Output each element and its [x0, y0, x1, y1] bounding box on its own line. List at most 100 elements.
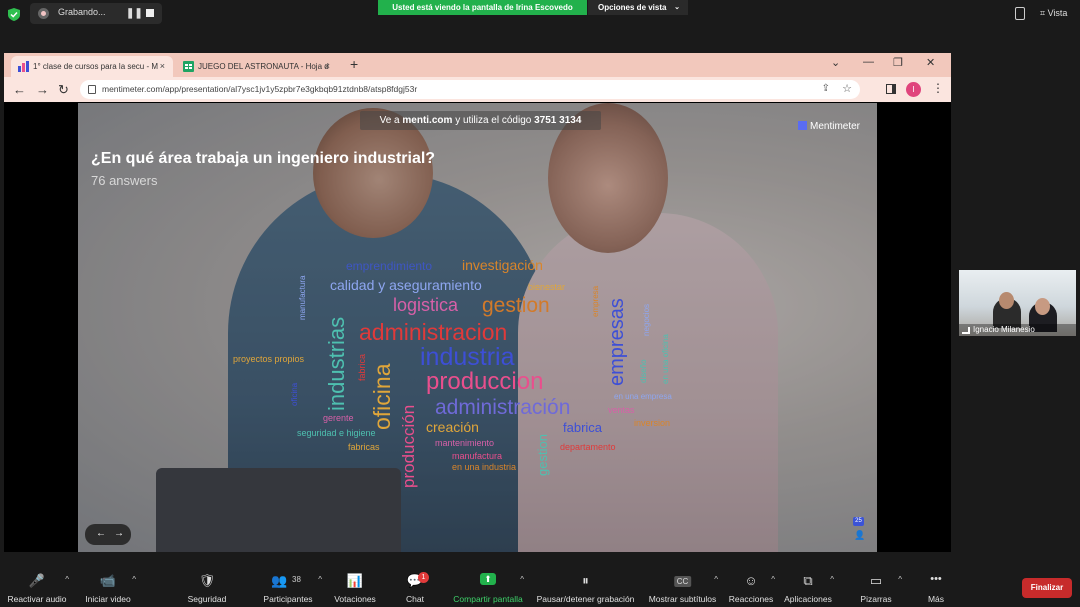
share-icon[interactable]: ⇪ [822, 83, 830, 94]
next-slide-icon[interactable]: → [114, 528, 124, 539]
minimize-icon[interactable]: — [863, 56, 874, 68]
join-instructions-banner: Ve a menti.com y utiliza el código 3751 … [360, 111, 601, 130]
new-tab-button[interactable]: + [350, 56, 358, 72]
view-options-label: Opciones de vista [598, 3, 667, 12]
tab-strip: 1° clase de cursos para la secu - M × JU… [4, 53, 951, 77]
close-window-icon[interactable]: ✕ [926, 56, 935, 69]
closed-captions-icon: CC [673, 576, 692, 587]
shield-check-icon[interactable] [8, 8, 20, 21]
chevron-up-icon[interactable]: ^ [520, 575, 524, 584]
cloud-word: oficina [369, 363, 395, 430]
cloud-word: gerente [323, 413, 354, 423]
security-button[interactable]: 🛡 Seguridad [182, 566, 232, 607]
microphone-muted-icon: 🎤 [28, 573, 46, 588]
sheets-favicon-icon [183, 61, 194, 72]
forward-icon[interactable]: → [36, 82, 49, 97]
cloud-word: manufactura [298, 275, 307, 320]
chevron-up-icon[interactable]: ^ [771, 575, 775, 584]
bar-chart-icon: 📊 [346, 573, 364, 588]
cloud-word: emprendimiento [346, 259, 433, 273]
mentimeter-slide: Ve a menti.com y utiliza el código 3751 … [78, 103, 877, 552]
chevron-up-icon[interactable]: ^ [830, 575, 834, 584]
tab-label: JUEGO DEL ASTRONAUTA - Hoja d [198, 62, 329, 71]
url-text: mentimeter.com/app/presentation/al7ysc1j… [102, 84, 418, 94]
reload-icon[interactable]: ↻ [58, 82, 69, 98]
show-captions-button[interactable]: CC ^ Mostrar subtítulos [645, 566, 720, 607]
back-icon[interactable]: ← [13, 82, 26, 97]
cloud-word: empresas [606, 298, 628, 386]
cloud-word: produccion [426, 368, 544, 395]
chevron-down-icon: ⌄ [674, 4, 680, 11]
participants-button[interactable]: 👥 38 ^ Participantes [252, 566, 324, 607]
toolbar-label: Votaciones [334, 594, 376, 604]
toolbar-label: Compartir pantalla [453, 594, 523, 604]
address-bar-row: ← → ↻ mentimeter.com/app/presentation/al… [4, 77, 951, 102]
view-options-button[interactable]: Opciones de vista ⌄ [588, 0, 688, 15]
answers-count: 76 answers [91, 173, 158, 188]
pause-stop-recording-button[interactable]: ⏸ Pausar/detener grabación [533, 566, 638, 607]
profile-avatar[interactable]: I [906, 82, 921, 97]
share-screen-button[interactable]: ⬆ ^ Compartir pantalla [450, 566, 526, 607]
chevron-up-icon[interactable]: ^ [318, 575, 322, 584]
chevron-up-icon[interactable]: ^ [714, 575, 718, 584]
toolbar-label: Iniciar video [85, 594, 131, 604]
tab-label: 1° clase de cursos para la secu - M [33, 62, 159, 71]
toolbar-label: Seguridad [187, 594, 227, 604]
apps-button[interactable]: ⧉ ^ Aplicaciones [782, 566, 834, 607]
toolbar-label: Pizarras [860, 594, 892, 604]
chevron-up-icon[interactable]: ^ [898, 575, 902, 584]
polls-button[interactable]: 📊 Votaciones [330, 566, 380, 607]
participant-video-tile[interactable]: Ignacio Milanesio [959, 270, 1076, 336]
bookmark-star-icon[interactable]: ☆ [842, 82, 852, 95]
mentimeter-logo-icon [798, 121, 807, 130]
zoom-top-bar: Grabando... ❚❚ Usted está viendo la pant… [0, 0, 1080, 28]
lock-icon[interactable] [88, 85, 96, 94]
cloud-word: departamento [560, 442, 616, 452]
side-panel-icon[interactable] [886, 84, 896, 94]
participant-count: 38 [292, 575, 301, 584]
restore-icon[interactable]: ❐ [893, 56, 903, 69]
participant-name: Ignacio Milanesio [959, 324, 1076, 336]
reaction-count-badge: 25 [853, 517, 864, 526]
more-icon: ••• [930, 573, 942, 585]
cloud-word: gestion [535, 434, 550, 476]
chat-button[interactable]: 💬 Chat [395, 566, 435, 607]
slide-navigation: ← → [85, 524, 131, 545]
mentimeter-logo: Mentimeter [798, 121, 860, 132]
screen-share-banner: Usted está viendo la pantalla de Irina E… [378, 0, 587, 15]
previous-slide-icon[interactable]: ← [96, 528, 106, 539]
emoji-icon: ☺ [744, 573, 758, 588]
cloud-word: proyectos propios [233, 354, 305, 364]
mentimeter-favicon-icon [18, 61, 29, 72]
apps-icon: ⧉ [803, 573, 813, 588]
cloud-word: diseño [639, 359, 648, 383]
unmute-button[interactable]: 🎤 ^ Reactivar audio [5, 566, 69, 607]
toolbar-label: Reactivar audio [7, 594, 67, 604]
cloud-word: inversion [634, 418, 671, 428]
end-meeting-button[interactable]: Finalizar [1022, 578, 1072, 598]
pause-recording-icon[interactable]: ❚❚ [126, 8, 143, 19]
tab-mentimeter[interactable]: 1° clase de cursos para la secu - M × [11, 56, 173, 77]
cloud-word: calidad y aseguramiento [330, 277, 482, 293]
close-tab-icon[interactable]: × [160, 56, 165, 77]
cloud-word: logistica [393, 295, 459, 315]
tab-search-icon[interactable]: ⌄ [831, 56, 840, 69]
cloud-word: fabrica [563, 420, 603, 435]
speaker-view-icon[interactable] [1015, 7, 1025, 20]
start-video-button[interactable]: 📹 ^ Iniciar video [78, 566, 138, 607]
banner-code: 3751 3134 [534, 115, 582, 126]
tab-sheets[interactable]: JUEGO DEL ASTRONAUTA - Hoja d × [176, 56, 338, 77]
whiteboards-button[interactable]: ▭ ^ Pizarras [850, 566, 902, 607]
url-input[interactable]: mentimeter.com/app/presentation/al7ysc1j… [80, 80, 860, 99]
close-tab-icon[interactable]: × [325, 56, 330, 77]
browser-menu-icon[interactable]: ⋮ [932, 81, 944, 95]
chevron-up-icon[interactable]: ^ [132, 575, 136, 584]
reactions-button[interactable]: ☺ ^ Reacciones [727, 566, 775, 607]
cloud-word: empresa [591, 285, 600, 317]
more-button[interactable]: ••• Más [918, 566, 954, 607]
banner-site: menti.com [402, 115, 453, 126]
view-button[interactable]: ⌗ Vista [1040, 8, 1067, 19]
chevron-up-icon[interactable]: ^ [65, 575, 69, 584]
stop-recording-icon[interactable] [146, 9, 154, 17]
cloud-word: administración [435, 396, 571, 419]
